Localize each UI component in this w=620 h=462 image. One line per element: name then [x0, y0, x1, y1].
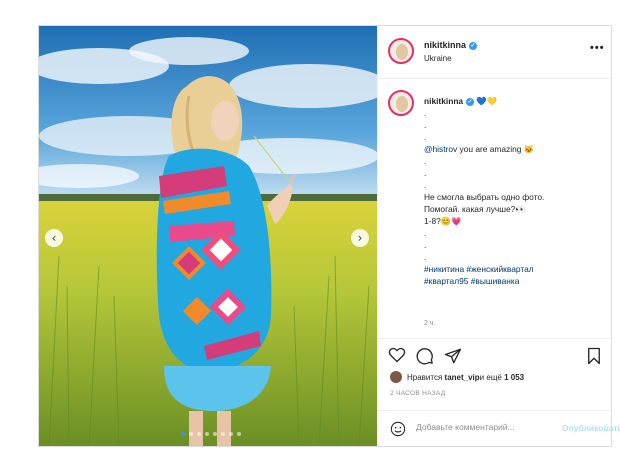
- heart-icon[interactable]: [388, 347, 406, 363]
- caption-dot-line: .: [424, 252, 427, 262]
- likes-count[interactable]: 1 053: [504, 373, 524, 382]
- caption-time: 2 ч.: [424, 320, 436, 327]
- carousel-dots: [181, 432, 241, 436]
- carousel-dot: [229, 432, 233, 436]
- post-time-ago: 2 ЧАСОВ НАЗАД: [390, 390, 446, 397]
- caption-line: Помогай. какая лучше?👀: [424, 204, 526, 214]
- caption-line: 1-8?😊💗: [424, 216, 462, 226]
- chevron-left-icon: ‹: [51, 231, 57, 245]
- carousel-dot: [189, 432, 193, 436]
- mention-text: you are amazing 🐱: [457, 144, 535, 154]
- author-avatar[interactable]: [388, 38, 414, 64]
- instagram-post: ‹ › nikitkinna ✓ Ukraine ••• nikitkinna ✓ …: [38, 25, 620, 447]
- carousel-dot: [213, 432, 217, 436]
- carousel-dot: [237, 432, 241, 436]
- hashtag-line[interactable]: #квартал95 #вышиванка: [424, 275, 604, 287]
- hashtag-line[interactable]: #никитина #женскийквартал: [424, 263, 604, 275]
- comment-bar: Опубликовать: [378, 410, 620, 447]
- next-photo-button[interactable]: ›: [351, 229, 369, 247]
- post-location[interactable]: Ukraine: [424, 54, 452, 63]
- carousel-dot: [221, 432, 225, 436]
- more-horizontal-icon[interactable]: •••: [590, 42, 605, 54]
- publish-button[interactable]: Опубликовать: [562, 423, 620, 433]
- likes-summary[interactable]: Нравится tanet_vip и ещё 1 053: [390, 371, 524, 383]
- caption-flags: 💙💛: [476, 96, 498, 106]
- caption-dot-line: .: [424, 180, 427, 190]
- post-sidebar: nikitkinna ✓ Ukraine ••• nikitkinna ✓ 💙💛 .…: [377, 26, 620, 447]
- post-photo[interactable]: ‹ ›: [39, 26, 377, 446]
- comment-icon[interactable]: [416, 347, 434, 365]
- caption-dot-line: .: [424, 120, 427, 130]
- chevron-right-icon: ›: [357, 231, 363, 245]
- caption-dot-line: .: [424, 240, 427, 250]
- caption-dot-line: .: [424, 228, 427, 238]
- emoji-icon[interactable]: [390, 421, 406, 437]
- post-caption: nikitkinna ✓ 💙💛 . . . @histrov you are am…: [424, 95, 604, 287]
- caption-dot-line: .: [424, 168, 427, 178]
- author-username-text[interactable]: nikitkinna: [424, 40, 466, 50]
- caption-dot-line: .: [424, 132, 427, 142]
- verified-badge-icon: ✓: [466, 97, 475, 106]
- post-header: nikitkinna ✓ Ukraine •••: [378, 26, 613, 79]
- liker-avatar: [390, 371, 402, 383]
- liker-username[interactable]: tanet_vip: [445, 373, 480, 382]
- bookmark-icon[interactable]: [586, 347, 602, 365]
- caption-avatar[interactable]: [388, 90, 414, 116]
- likes-prefix: Нравится: [407, 372, 443, 382]
- mention-link[interactable]: @histrov: [424, 144, 457, 154]
- action-bar: [378, 338, 613, 369]
- caption-dot-line: .: [424, 108, 427, 118]
- caption-username[interactable]: nikitkinna: [424, 96, 463, 106]
- post-photo-image: [39, 26, 377, 446]
- comment-input[interactable]: [416, 422, 544, 432]
- caption-line: Не смогла выбрать одно фото.: [424, 192, 545, 202]
- likes-mid: и ещё: [479, 372, 502, 382]
- caption-dot-line: .: [424, 156, 427, 166]
- carousel-dot: [181, 432, 185, 436]
- verified-badge-icon: ✓: [469, 41, 478, 50]
- author-username[interactable]: nikitkinna ✓: [424, 40, 478, 50]
- carousel-dot: [197, 432, 201, 436]
- previous-photo-button[interactable]: ‹: [45, 229, 63, 247]
- share-icon[interactable]: [444, 347, 462, 365]
- carousel-dot: [205, 432, 209, 436]
